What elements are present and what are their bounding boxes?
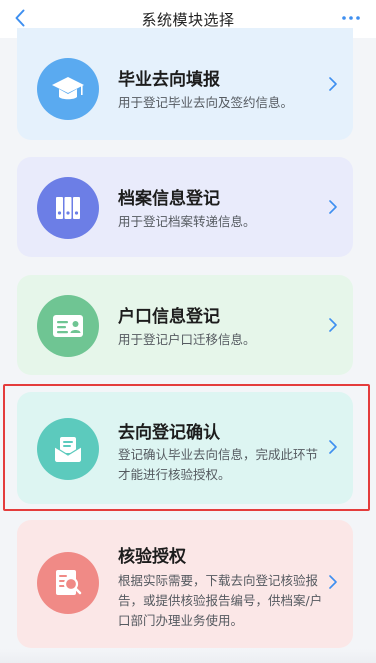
module-title: 核验授权 [118,547,186,567]
chevron-right-icon [329,200,337,214]
archive-icon-circle [37,177,99,239]
back-button[interactable] [10,7,30,29]
more-button[interactable] [340,8,362,28]
module-card-verify[interactable]: 核验授权 根据实际需要，下载去向登记核验报告，或提供核验报告编号，供档案/户口部… [17,520,353,648]
module-title: 毕业去向填报 [118,70,220,90]
module-desc: 用于登记毕业去向及签约信息。 [118,95,294,110]
chevron-right-wrap [327,197,339,217]
module-desc: 用于登记档案转递信息。 [118,214,256,229]
graduation-icon-circle [37,58,99,120]
graduation-cap-icon [52,77,84,100]
module-card-household[interactable]: 户口信息登记 用于登记户口迁移信息。 [17,275,353,375]
highlight-frame [3,384,370,511]
search-report-icon [56,570,82,595]
household-icon-circle [37,295,99,357]
verify-icon-circle [37,552,99,614]
module-title: 户口信息登记 [118,307,220,327]
chevron-right-wrap [327,572,339,592]
archive-binder-icon [56,197,80,219]
chevron-right-wrap [327,315,339,335]
id-card-icon [53,315,83,337]
chevron-left-icon [15,9,25,27]
chevron-right-icon [329,575,337,589]
more-dots-icon [342,16,360,20]
module-desc: 用于登记户口迁移信息。 [118,332,256,347]
chevron-right-icon [329,77,337,91]
bottom-fade [0,649,376,663]
page-title: 系统模块选择 [141,10,235,29]
module-card-archive[interactable]: 档案信息登记 用于登记档案转递信息。 [17,157,353,257]
chevron-right-icon [329,318,337,332]
chevron-right-wrap [327,74,339,94]
module-card-graduation[interactable]: 毕业去向填报 用于登记毕业去向及签约信息。 [17,28,353,140]
module-desc: 根据实际需要，下载去向登记核验报告，或提供核验报告编号，供档案/户口部门办理业务… [118,573,323,628]
module-title: 档案信息登记 [118,189,220,209]
